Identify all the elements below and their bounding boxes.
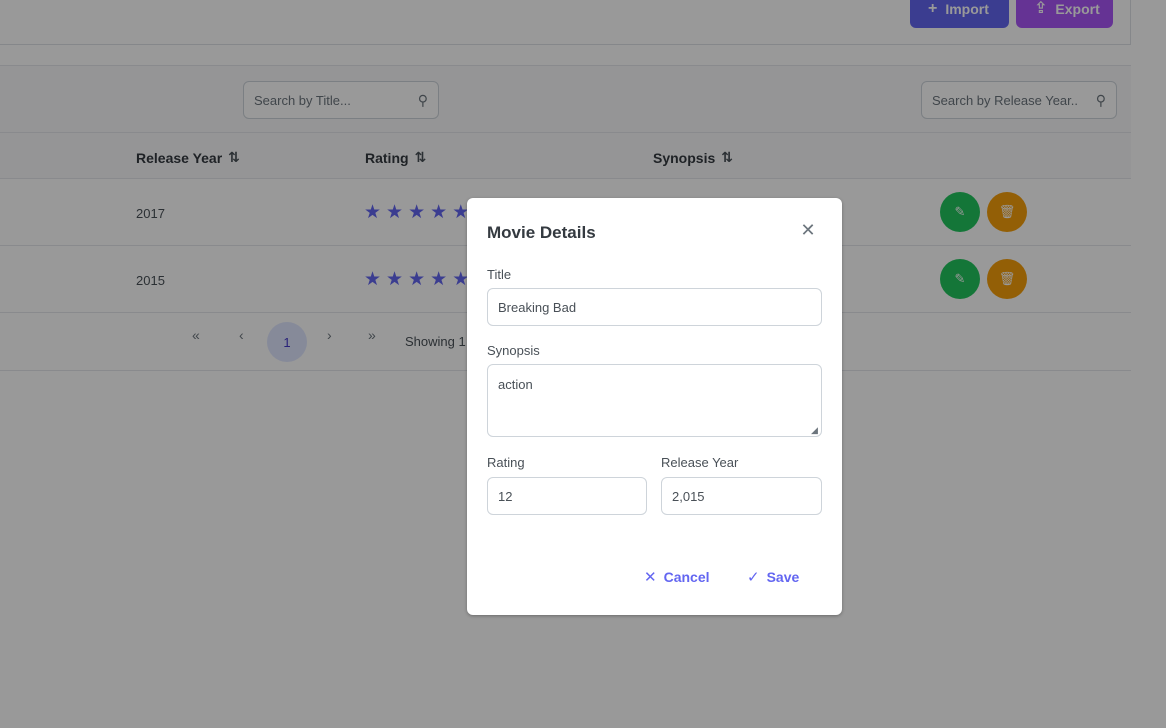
title-label: Title [487,267,512,282]
rating-label: Rating [487,455,525,470]
cancel-label: Cancel [663,569,710,585]
save-button[interactable]: ✓ Save [747,568,799,586]
dialog-title: Movie Details [487,223,596,242]
synopsis-value: action [498,377,533,392]
movie-details-dialog: Movie Details ✕ Title Breaking Bad Synop… [467,198,842,615]
resize-handle-icon[interactable]: ◢ [811,426,819,435]
rating-input[interactable]: 12 [487,477,647,515]
release-year-label: Release Year [661,455,739,470]
synopsis-textarea[interactable]: action ◢ [487,364,822,437]
save-label: Save [766,569,800,585]
close-icon[interactable]: ✕ [798,220,818,240]
cancel-button[interactable]: ✕ Cancel [644,568,710,586]
title-input[interactable]: Breaking Bad [487,288,822,326]
close-icon: ✕ [644,569,657,586]
check-icon: ✓ [747,569,760,586]
synopsis-label: Synopsis [487,343,540,358]
release-year-input[interactable]: 2,015 [661,477,822,515]
